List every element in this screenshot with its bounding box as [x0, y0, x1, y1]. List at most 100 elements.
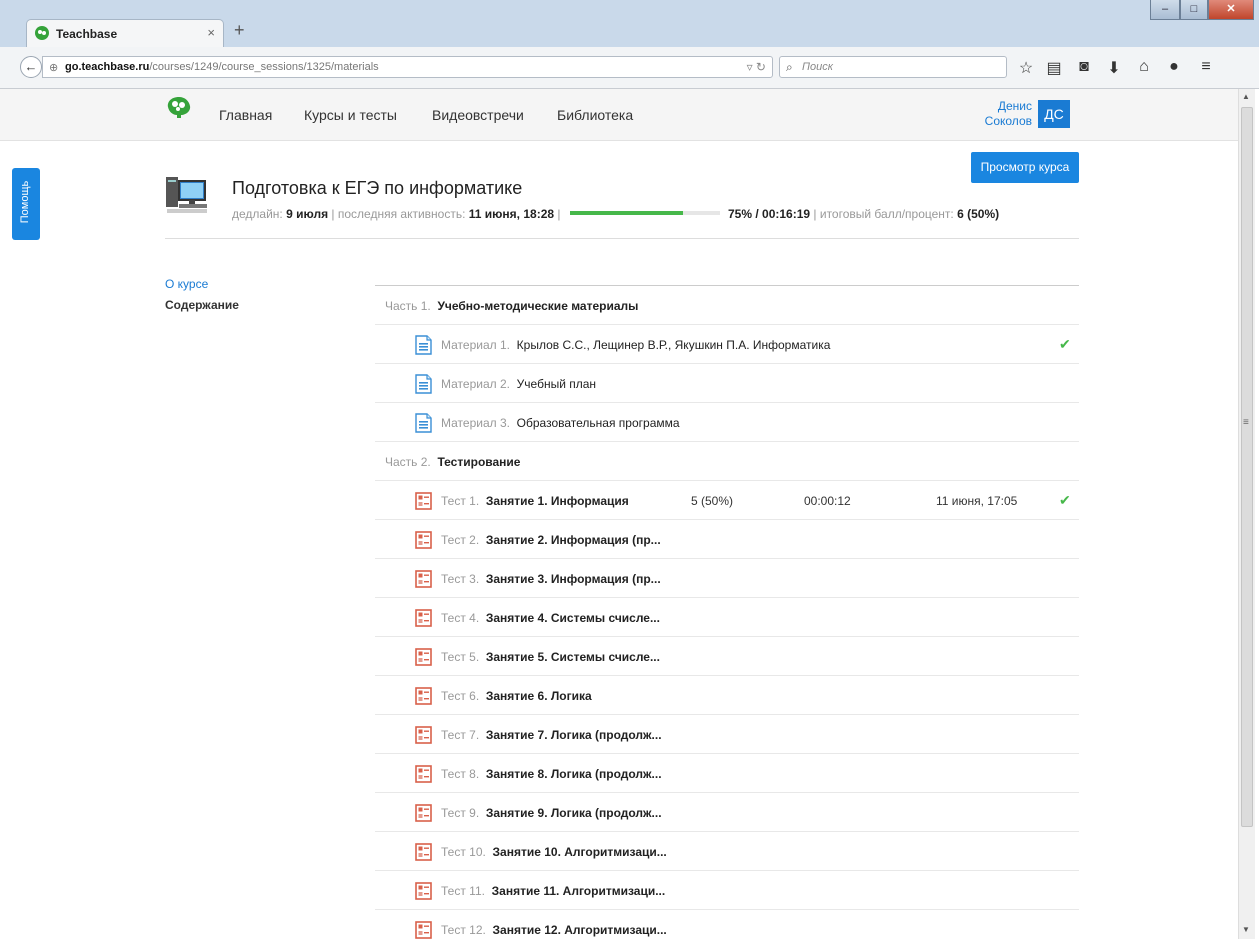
item-date: 11 июня, 17:05: [936, 494, 1018, 508]
test-row[interactable]: Тест 9. Занятие 9. Логика (продолж...: [375, 793, 1079, 832]
bookmarks-list-icon[interactable]: ▤: [1044, 58, 1064, 78]
test-icon: [415, 725, 432, 745]
item-title[interactable]: Занятие 3. Информация (пр...: [486, 572, 661, 586]
window-close-button[interactable]: ✕: [1208, 0, 1254, 20]
home-icon[interactable]: ⌂: [1134, 58, 1154, 76]
item-title[interactable]: Занятие 11. Алгоритмизаци...: [492, 884, 666, 898]
course-title: Подготовка к ЕГЭ по информатике: [232, 178, 523, 198]
part-number: Часть 2.: [385, 455, 431, 469]
nav-home[interactable]: Главная: [219, 107, 272, 123]
test-row[interactable]: Тест 8. Занятие 8. Логика (продолж...: [375, 754, 1079, 793]
item-title[interactable]: Занятие 5. Системы счисле...: [486, 650, 660, 664]
sidebar-item-about[interactable]: О курсе: [165, 277, 208, 291]
item-title[interactable]: Занятие 9. Логика (продолж...: [486, 806, 662, 820]
course-stats: 75% / 00:16:19 | итоговый балл/процент: …: [728, 207, 1000, 221]
material-row[interactable]: Материал 3. Образовательная программа: [375, 403, 1079, 442]
test-icon: [415, 764, 432, 784]
view-course-button[interactable]: Просмотр курса: [971, 152, 1079, 183]
material-row[interactable]: Материал 2. Учебный план: [375, 364, 1079, 403]
nav-courses[interactable]: Курсы и тесты: [304, 107, 397, 123]
sidebar-item-content[interactable]: Содержание: [165, 298, 239, 312]
item-number: Тест 3.: [441, 572, 480, 586]
globe-icon: ⊕: [49, 62, 59, 74]
search-icon: ⌕: [786, 60, 793, 74]
item-number: Материал 3.: [441, 416, 510, 430]
reload-icon[interactable]: ▿ ↻: [747, 60, 766, 74]
scroll-down-icon[interactable]: ▼: [1242, 925, 1250, 934]
item-number: Материал 2.: [441, 377, 510, 391]
item-title[interactable]: Крылов С.С., Лещинер В.Р., Якушкин П.А. …: [517, 338, 831, 352]
scroll-up-icon[interactable]: ▲: [1242, 92, 1250, 101]
item-title[interactable]: Занятие 10. Алгоритмизаци...: [493, 845, 667, 859]
nav-library[interactable]: Библиотека: [557, 107, 633, 123]
test-icon: [415, 920, 432, 939]
menu-icon[interactable]: ≡: [1196, 58, 1216, 76]
item-title[interactable]: Занятие 7. Логика (продолж...: [486, 728, 662, 742]
search-input[interactable]: ⌕ Поиск: [779, 56, 1007, 78]
item-number: Тест 9.: [441, 806, 480, 820]
page-scrollbar[interactable]: ▲ ≡ ▼: [1238, 89, 1255, 939]
test-row[interactable]: Тест 2. Занятие 2. Информация (пр...: [375, 520, 1079, 559]
item-title[interactable]: Занятие 8. Логика (продолж...: [486, 767, 662, 781]
test-row[interactable]: Тест 7. Занятие 7. Логика (продолж...: [375, 715, 1079, 754]
item-number: Тест 5.: [441, 650, 480, 664]
test-icon: [415, 608, 432, 628]
test-row[interactable]: Тест 5. Занятие 5. Системы счисле...: [375, 637, 1079, 676]
test-icon: [415, 803, 432, 823]
new-tab-button[interactable]: +: [234, 20, 245, 41]
item-number: Материал 1.: [441, 338, 510, 352]
test-icon: [415, 647, 432, 667]
scrollbar-thumb[interactable]: [1241, 107, 1253, 827]
avatar[interactable]: ДС: [1038, 100, 1070, 128]
item-title[interactable]: Занятие 1. Информация: [486, 494, 629, 508]
chat-icon[interactable]: ●: [1164, 58, 1184, 76]
test-row[interactable]: Тест 1. Занятие 1. Информация 5 (50%) 00:0…: [375, 481, 1079, 520]
address-bar[interactable]: ⊕ go.teachbase.ru/courses/1249/course_se…: [42, 56, 773, 78]
window-maximize-button[interactable]: □: [1180, 0, 1208, 20]
item-title[interactable]: Занятие 6. Логика: [486, 689, 592, 703]
divider: [165, 238, 1079, 239]
download-icon[interactable]: ⬇: [1104, 58, 1124, 78]
url-text: go.teachbase.ru/courses/1249/course_sess…: [65, 61, 379, 73]
item-score: 5 (50%): [691, 494, 734, 508]
item-number: Тест 7.: [441, 728, 480, 742]
browser-tab[interactable]: Teachbase ×: [26, 19, 224, 47]
item-title[interactable]: Образовательная программа: [517, 416, 680, 430]
pocket-icon[interactable]: ◙: [1074, 58, 1094, 76]
item-title[interactable]: Занятие 12. Алгоритмизаци...: [493, 923, 667, 937]
test-icon: [415, 881, 432, 901]
test-row[interactable]: Тест 10. Занятие 10. Алгоритмизаци...: [375, 832, 1079, 871]
item-title[interactable]: Учебный план: [517, 377, 596, 391]
test-icon: [415, 569, 432, 589]
test-row[interactable]: Тест 4. Занятие 4. Системы счисле...: [375, 598, 1079, 637]
item-time: 00:00:12: [804, 494, 851, 508]
materials-list: Часть 1. Учебно-методические материалы Ма…: [375, 285, 1079, 939]
test-row[interactable]: Тест 6. Занятие 6. Логика: [375, 676, 1079, 715]
material-row[interactable]: Материал 1. Крылов С.С., Лещинер В.Р., Я…: [375, 325, 1079, 364]
part-title: Учебно-методические материалы: [437, 299, 639, 313]
test-row[interactable]: Тест 11. Занятие 11. Алгоритмизаци...: [375, 871, 1079, 910]
document-icon: [415, 374, 432, 394]
checkmark-icon: ✔: [1059, 336, 1071, 352]
tab-close-icon[interactable]: ×: [207, 25, 215, 40]
teachbase-logo-icon: [35, 26, 49, 40]
item-number: Тест 12.: [441, 923, 486, 937]
item-title[interactable]: Занятие 4. Системы счисле...: [486, 611, 660, 625]
window-minimize-button[interactable]: –: [1150, 0, 1180, 20]
test-row[interactable]: Тест 12. Занятие 12. Алгоритмизаци...: [375, 910, 1079, 939]
progress-bar: [570, 211, 720, 215]
help-tab[interactable]: Помощь: [12, 168, 40, 240]
nav-meetings[interactable]: Видеовстречи: [432, 107, 524, 123]
item-title[interactable]: Занятие 2. Информация (пр...: [486, 533, 661, 547]
teachbase-logo-icon[interactable]: [165, 95, 193, 119]
test-row[interactable]: Тест 3. Занятие 3. Информация (пр...: [375, 559, 1079, 598]
part-number: Часть 1.: [385, 299, 431, 313]
item-number: Тест 1.: [441, 494, 480, 508]
back-arrow-icon[interactable]: ←: [20, 56, 42, 78]
item-number: Тест 6.: [441, 689, 480, 703]
tab-title: Teachbase: [56, 27, 118, 41]
user-name[interactable]: Денис Соколов: [968, 99, 1032, 129]
scroll-grip-icon: ≡: [1243, 417, 1249, 428]
bookmark-star-icon[interactable]: ☆: [1016, 58, 1036, 78]
course-meta: дедлайн: 9 июля | последняя активность: …: [232, 207, 561, 221]
